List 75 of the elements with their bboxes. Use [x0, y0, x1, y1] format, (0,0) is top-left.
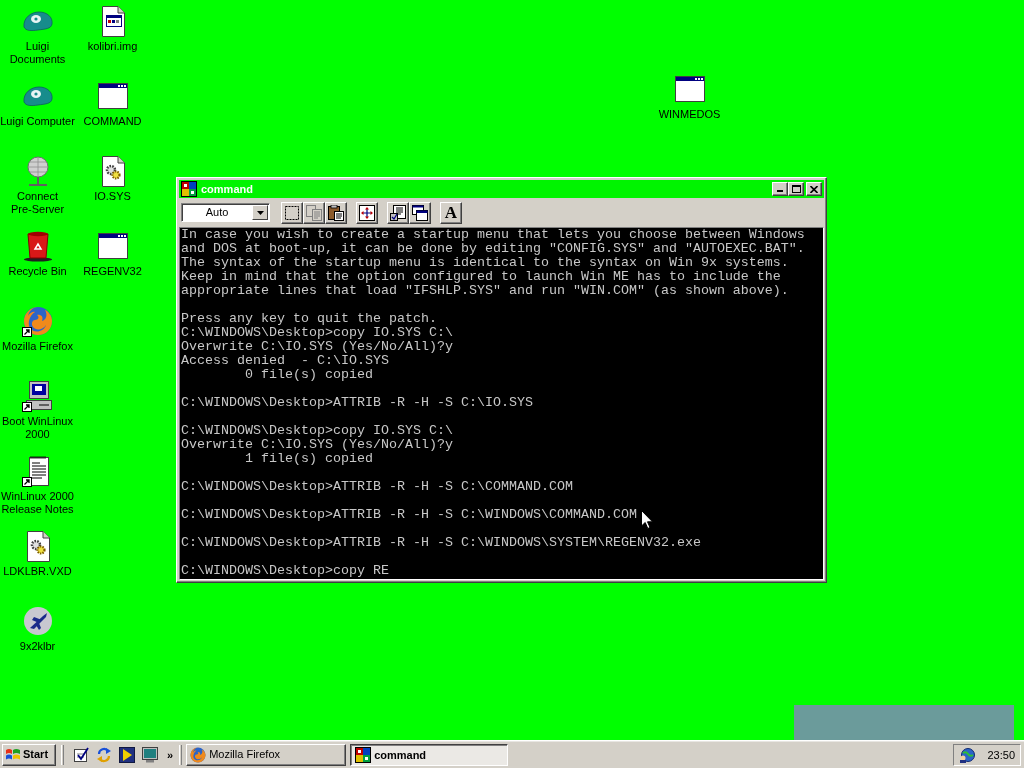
- console-line: The syntax of the startup menu is identical to the syntax on Win 9x systems.: [181, 256, 789, 270]
- icon-label[interactable]: Boot WinLinux 2000: [2, 415, 73, 441]
- windows-icon: [412, 204, 428, 221]
- icon-label[interactable]: REGENV32: [83, 265, 142, 278]
- console-line: 1 file(s) copied: [244, 452, 373, 466]
- console-line: Access denied - C:\IO.SYS: [181, 354, 389, 368]
- icon-label[interactable]: 9x2klbr: [19, 640, 56, 653]
- icon-label[interactable]: Recycle Bin: [8, 265, 67, 278]
- console-line: Press any key to quit the patch.: [181, 312, 437, 326]
- console-line: C:\WINDOWS\Desktop>ATTRIB -R -H -S C:\WINDOWS\SYSTEM\REGENV32.exe: [181, 536, 701, 550]
- icon-label[interactable]: kolibri.img: [87, 40, 138, 53]
- msdos-icon: [181, 181, 197, 197]
- browser-globe-icon[interactable]: [21, 305, 54, 337]
- network-globe-icon[interactable]: [959, 746, 975, 763]
- taskbar-button[interactable]: command: [350, 743, 509, 766]
- program-window-icon[interactable]: [673, 73, 706, 105]
- console-line: appropriate lines that load "IFSHLP.SYS" and run "WIN.COM" (as shown above).: [181, 284, 789, 298]
- console-line: C:\WINDOWS\Desktop>ATTRIB -R -H -S C:\IO.SYS: [181, 396, 533, 410]
- start-button[interactable]: Start: [2, 743, 56, 766]
- msdos-icon: [355, 747, 372, 763]
- monitor-icon[interactable]: [142, 746, 158, 763]
- minimize-button[interactable]: [772, 182, 788, 196]
- window-title: command: [201, 182, 253, 196]
- caret-icon: [256, 210, 264, 215]
- close-icon: [810, 185, 818, 193]
- windows-flag-icon: [5, 747, 21, 762]
- icon-label[interactable]: Mozilla Firefox: [2, 340, 73, 353]
- sync-arrows-icon[interactable]: [96, 746, 112, 763]
- icon-label[interactable]: COMMAND: [83, 115, 142, 128]
- clock[interactable]: 23:50: [987, 747, 1015, 762]
- icon-label[interactable]: Luigi Computer: [0, 115, 75, 128]
- console-line: Overwrite C:\IO.SYS (Yes/No/All)?y: [181, 438, 453, 452]
- recycle-bin-icon[interactable]: [21, 230, 54, 262]
- icon-label[interactable]: Connect Pre-Server: [10, 190, 65, 216]
- icon-label[interactable]: WINMEDOS: [658, 108, 721, 121]
- console-line: C:\WINDOWS\Desktop>ATTRIB -R -H -S C:\COMMAND.COM: [181, 480, 573, 494]
- taskbar-button[interactable]: Mozilla Firefox: [186, 743, 347, 766]
- maximize-icon: [791, 185, 801, 193]
- console-line: C:\WINDOWS\Desktop>copy IO.SYS C:\: [181, 326, 453, 340]
- icon-label[interactable]: Luigi Documents: [9, 40, 66, 66]
- paste-button[interactable]: [325, 201, 347, 224]
- console-line: In case you wish to create a startup menu that lets you choose between Windows: [181, 228, 805, 242]
- console-line: Overwrite C:\IO.SYS (Yes/No/All)?y: [181, 340, 453, 354]
- play-icon[interactable]: [119, 746, 135, 763]
- console-line: 0 file(s) copied: [244, 368, 373, 382]
- properties-button[interactable]: [387, 201, 409, 224]
- console-line: C:\WINDOWS\Desktop>copy IO.SYS C:\: [181, 424, 453, 438]
- console-line: C:\WINDOWS\Desktop>ATTRIB -R -H -S C:\WINDOWS\COMMAND.COM: [181, 508, 637, 522]
- copy-icon: [306, 204, 322, 221]
- close-button[interactable]: [806, 182, 822, 196]
- icon-label[interactable]: LDKLBR.VXD: [3, 565, 72, 578]
- maximize-button[interactable]: [788, 182, 804, 196]
- console-line: Keep in mind that the option configured to launch Win ME has to include the: [181, 270, 781, 284]
- console-line: and DOS at boot-up, it can be done by editing "CONFIG.SYS" and "AUTOEXEC.BAT".: [181, 242, 805, 256]
- background-button[interactable]: [409, 201, 431, 224]
- browser-globe-icon: [190, 746, 207, 763]
- airplane-icon[interactable]: [21, 605, 54, 637]
- full-screen-button[interactable]: [356, 201, 378, 224]
- font-button[interactable]: A: [440, 201, 462, 224]
- mark-button[interactable]: [281, 201, 303, 224]
- icon-label[interactable]: WinLinux 2000 Release Notes: [1, 490, 74, 516]
- icon-label[interactable]: IO.SYS: [94, 190, 131, 203]
- console-line: C:\WINDOWS\Desktop>copy RE: [181, 564, 389, 578]
- computer-icon[interactable]: [21, 380, 54, 412]
- font-size-dropdown[interactable]: Auto: [181, 203, 270, 222]
- more-chevron[interactable]: »: [167, 747, 174, 762]
- program-window-icon[interactable]: [96, 80, 129, 112]
- minimize-icon: [777, 190, 783, 192]
- mouse-pointer-icon: [641, 510, 653, 529]
- properties-icon: [390, 204, 406, 221]
- program-window-icon[interactable]: [96, 230, 129, 262]
- clipboard-icon: [328, 204, 344, 221]
- dashed-rectangle-icon: [284, 204, 300, 221]
- expand-arrows-icon: [359, 204, 375, 221]
- checklist-icon[interactable]: [73, 746, 89, 763]
